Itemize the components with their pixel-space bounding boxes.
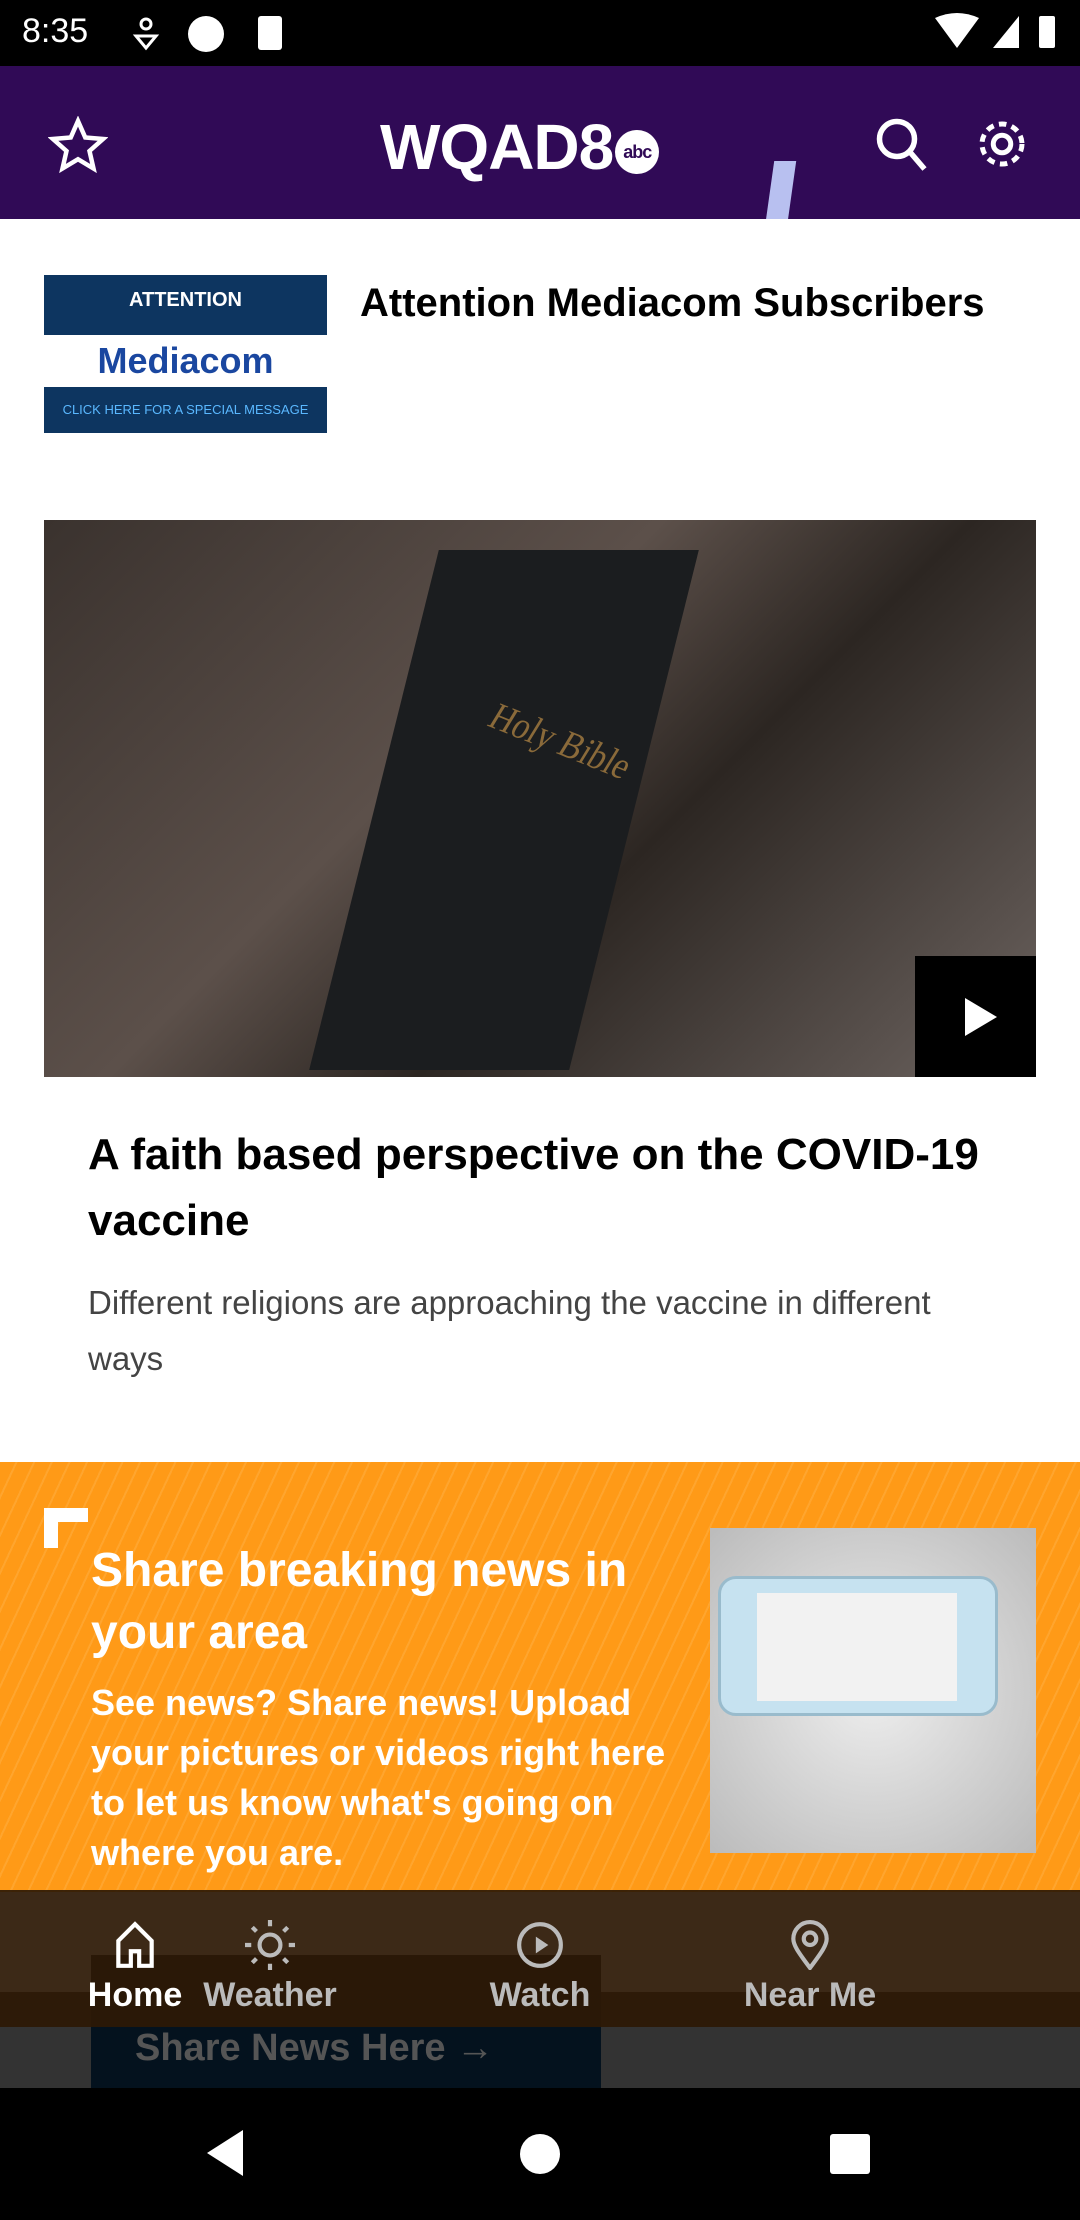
system-nav-bar <box>0 2088 1080 2220</box>
article-summary: Different religions are approaching the … <box>88 1284 931 1377</box>
star-icon[interactable] <box>48 116 108 176</box>
system-status-icons <box>935 13 1055 48</box>
nav-near-me[interactable]: Near Me <box>675 1890 945 2027</box>
location-pin-icon <box>791 1920 829 1970</box>
share-body: See news? Share news! Upload your pictur… <box>91 1682 666 1873</box>
phone-image <box>710 1528 1036 1853</box>
mediacom-thumbnail[interactable]: ATTENTION Mediacom SUBSCRIBERS CLICK HER… <box>44 275 327 433</box>
app-header: WQAD8 abc <box>0 66 1080 219</box>
recents-icon[interactable] <box>828 2132 872 2176</box>
search-icon[interactable] <box>872 114 932 174</box>
nav-watch[interactable]: Watch <box>405 1890 675 2027</box>
corner-mark-icon <box>44 1508 88 1548</box>
station-logo: WQAD8 abc <box>380 110 660 184</box>
status-bar: 8:35 <box>0 0 1080 66</box>
nav-weather[interactable]: Weather <box>135 1890 405 2027</box>
sun-icon <box>245 1920 295 1970</box>
bottom-nav: Home Weather Watch Near Me <box>0 1890 1080 2027</box>
thumb-link: CLICK HERE FOR A SPECIAL MESSAGE <box>62 402 309 417</box>
gear-icon[interactable] <box>972 114 1032 174</box>
home-button-icon[interactable] <box>518 2132 562 2176</box>
promo-title[interactable]: Attention Mediacom Subscribers <box>360 275 1020 331</box>
share-title: Share breaking news in your area <box>91 1544 628 1659</box>
thumb-heading: ATTENTION <box>129 289 242 311</box>
play-circle-icon <box>517 1922 563 1968</box>
hero-image[interactable]: Holy Bible <box>44 520 1036 1077</box>
background-graphic <box>765 161 797 219</box>
bible-image: Holy Bible <box>309 550 699 1070</box>
article-headline[interactable]: A faith based perspective on the COVID-1… <box>88 1122 988 1254</box>
back-icon[interactable] <box>205 2128 245 2178</box>
clock: 8:35 <box>22 12 89 50</box>
notification-icons <box>132 16 282 52</box>
play-button[interactable] <box>915 956 1036 1077</box>
thumb-sub: SUBSCRIBERS <box>146 375 225 387</box>
